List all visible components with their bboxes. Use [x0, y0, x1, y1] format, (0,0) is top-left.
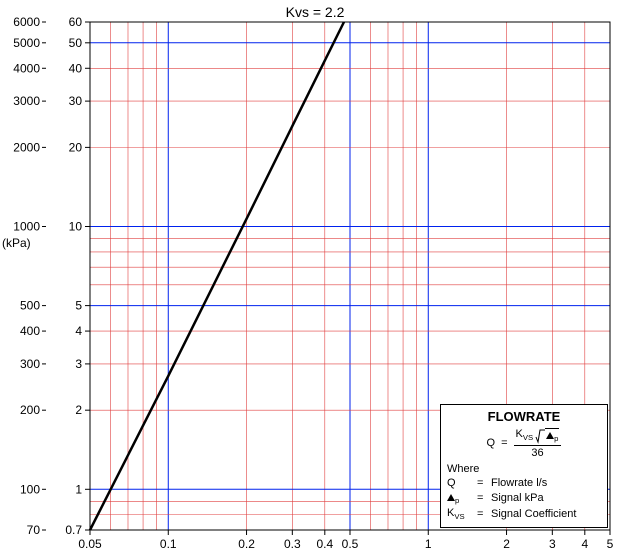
delta-icon	[546, 432, 554, 439]
svg-text:500: 500	[20, 299, 40, 313]
chart-title: Kvs = 2.2	[0, 4, 630, 20]
svg-text:5: 5	[75, 299, 82, 313]
svg-text:2: 2	[503, 537, 510, 551]
svg-text:4000: 4000	[13, 61, 40, 75]
svg-text:0.05: 0.05	[78, 537, 102, 551]
svg-text:4: 4	[581, 537, 588, 551]
svg-text:300: 300	[20, 357, 40, 371]
sqrt-icon	[535, 428, 545, 444]
svg-text:5: 5	[607, 537, 614, 551]
svg-text:1: 1	[75, 482, 82, 496]
svg-text:400: 400	[20, 324, 40, 338]
svg-text:0.4: 0.4	[316, 537, 333, 551]
svg-text:30: 30	[69, 94, 83, 108]
svg-text:10: 10	[69, 219, 83, 233]
kpa-unit-label: (kPa)	[2, 236, 31, 250]
svg-text:0.2: 0.2	[238, 537, 255, 551]
svg-text:0.7: 0.7	[65, 523, 82, 537]
formula-fraction: KVS p 36	[514, 428, 562, 459]
svg-text:4: 4	[75, 324, 82, 338]
legend-def-kvs: KVS=Signal Coefficient	[447, 507, 601, 521]
legend-def-q: Q=Flowrate l/s	[447, 477, 601, 489]
svg-text:0.1: 0.1	[160, 537, 177, 551]
svg-text:1000: 1000	[13, 219, 40, 233]
svg-text:3: 3	[549, 537, 556, 551]
svg-text:3: 3	[75, 357, 82, 371]
svg-text:200: 200	[20, 403, 40, 417]
svg-text:40: 40	[69, 61, 83, 75]
svg-text:2: 2	[75, 403, 82, 417]
svg-text:100: 100	[20, 482, 40, 496]
svg-text:70: 70	[27, 523, 41, 537]
svg-text:50: 50	[69, 36, 83, 50]
svg-text:20: 20	[69, 140, 83, 154]
legend-def-dp: p=Signal kPa	[447, 491, 601, 505]
svg-text:0.5: 0.5	[342, 537, 359, 551]
legend-where: Where	[447, 463, 601, 475]
legend-formula: Q = KVS p 36	[447, 428, 601, 459]
legend-title: FLOWRATE	[447, 409, 601, 424]
svg-text:3000: 3000	[13, 94, 40, 108]
formula-eq: =	[501, 437, 507, 449]
svg-text:1: 1	[425, 537, 432, 551]
delta-icon	[447, 494, 455, 501]
formula-Q: Q	[487, 437, 496, 449]
svg-text:0.3: 0.3	[284, 537, 301, 551]
flowrate-legend-box: FLOWRATE Q = KVS p 36 Where Q=Flowrate l…	[440, 404, 608, 528]
svg-text:2000: 2000	[13, 140, 40, 154]
svg-text:5000: 5000	[13, 36, 40, 50]
